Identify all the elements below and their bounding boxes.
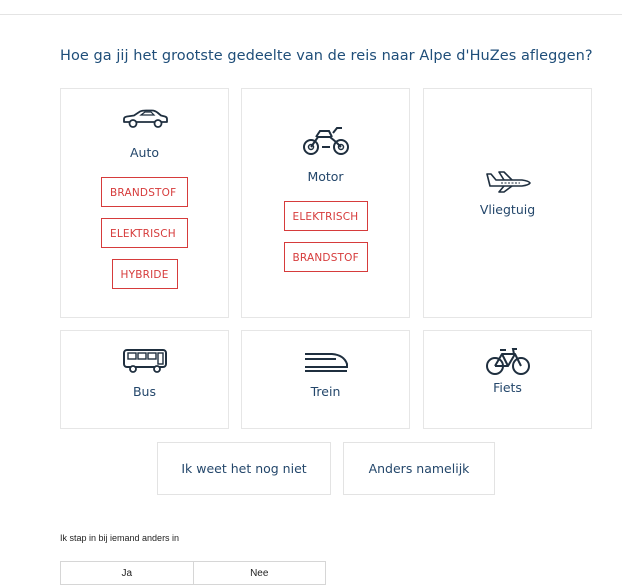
option-auto[interactable]: Auto BRANDSTOF ELEKTRISCH HYBRIDE [60, 88, 229, 318]
train-icon [304, 353, 348, 372]
bicycle-icon [485, 348, 530, 375]
option-motor[interactable]: Motor ELEKTRISCH BRANDSTOF [241, 88, 410, 318]
auto-option-hybride[interactable]: HYBRIDE [111, 259, 178, 289]
car-icon [122, 109, 168, 128]
carpool-toggle: Ja Nee [60, 561, 326, 585]
option-trein-label: Trein [310, 384, 341, 399]
auto-option-brandstof[interactable]: BRANDSTOF [101, 177, 188, 207]
other-button[interactable]: Anders namelijk [343, 442, 495, 495]
airplane-icon [485, 171, 531, 193]
motor-option-elektrisch[interactable]: ELEKTRISCH [283, 201, 368, 231]
option-vliegtuig-label: Vliegtuig [479, 202, 536, 217]
carpool-no-button[interactable]: Nee [192, 562, 326, 584]
motor-option-brandstof[interactable]: BRANDSTOF [283, 242, 368, 272]
top-divider [0, 14, 622, 15]
option-fiets-label: Fiets [493, 380, 522, 395]
carpool-label: Ik stap in bij iemand anders in [60, 533, 180, 543]
bus-icon [122, 349, 167, 373]
question-title: Hoe ga jij het grootste gedeelte van de … [60, 48, 593, 64]
option-trein[interactable]: Trein [241, 330, 410, 429]
auto-option-elektrisch[interactable]: ELEKTRISCH [101, 218, 188, 248]
carpool-yes-button[interactable]: Ja [61, 562, 193, 584]
option-fiets[interactable]: Fiets [423, 330, 592, 429]
option-motor-label: Motor [307, 169, 344, 184]
option-bus[interactable]: Bus [60, 330, 229, 429]
motorcycle-icon [302, 127, 349, 155]
option-auto-label: Auto [129, 145, 160, 160]
option-vliegtuig[interactable]: Vliegtuig [423, 88, 592, 318]
unknown-button[interactable]: Ik weet het nog niet [157, 442, 331, 495]
option-bus-label: Bus [132, 384, 156, 399]
